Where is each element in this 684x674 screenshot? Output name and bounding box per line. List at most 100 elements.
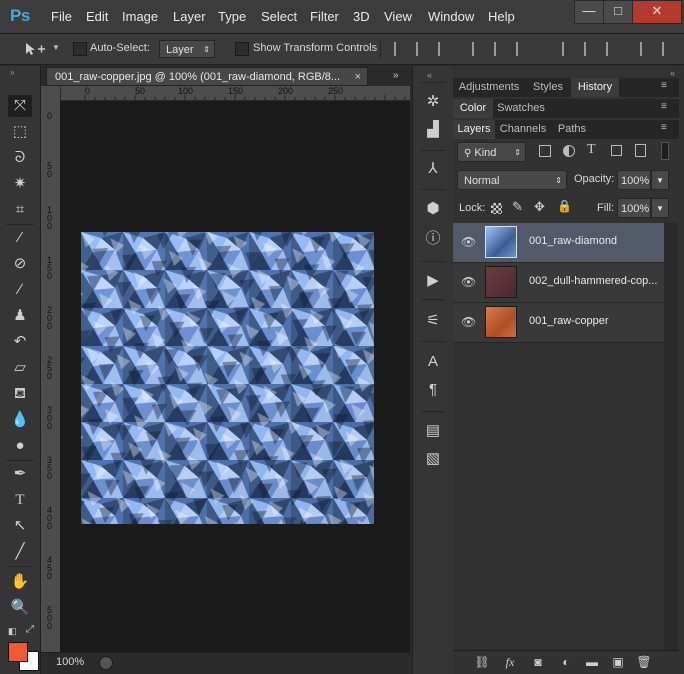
menu-edit[interactable]: Edit xyxy=(86,9,108,24)
tab-channels[interactable]: Channels xyxy=(495,120,551,139)
menu-layer[interactable]: Layer xyxy=(173,9,206,24)
visibility-eye-icon[interactable]: 👁 xyxy=(461,235,476,249)
trash-icon[interactable]: 🗑 xyxy=(635,654,653,670)
align-left-icon[interactable] xyxy=(472,42,486,56)
minimize-button[interactable]: — xyxy=(574,0,604,24)
menu-window[interactable]: Window xyxy=(428,9,474,24)
paragraph-icon[interactable]: ¶ xyxy=(425,382,441,398)
distribute-vcenter-icon[interactable] xyxy=(584,42,598,56)
align-bottom-icon[interactable] xyxy=(438,42,452,56)
fill-input[interactable]: 100% xyxy=(617,198,651,218)
move-tool-icon[interactable] xyxy=(24,41,46,57)
compass-icon[interactable]: ✲ xyxy=(425,94,441,110)
fx-icon[interactable]: fx xyxy=(501,654,519,670)
lock-pixels-icon[interactable]: ✎ xyxy=(512,199,523,215)
histogram-icon[interactable]: ▟ xyxy=(425,122,441,138)
visibility-eye-icon[interactable]: 👁 xyxy=(461,315,476,329)
tab-paths[interactable]: Paths xyxy=(551,120,593,139)
layer-row[interactable]: 👁 002_dull-hammered-cop... xyxy=(453,263,664,303)
filter-adjustment-icon[interactable] xyxy=(563,145,575,157)
maximize-button[interactable]: □ xyxy=(603,0,633,24)
document-icon[interactable]: ▧ xyxy=(425,451,441,467)
filter-toggle[interactable] xyxy=(661,142,669,160)
magic-wand-icon[interactable]: ✷ xyxy=(8,173,32,195)
layer-row[interactable]: 👁 001_raw-copper xyxy=(453,303,664,343)
eraser-icon[interactable]: ▱ xyxy=(8,357,32,379)
healing-brush-icon[interactable]: ⊘ xyxy=(8,253,32,275)
close-button[interactable]: ✕ xyxy=(632,0,682,24)
marquee-icon[interactable]: ⬚ xyxy=(8,121,32,143)
distribute-bottom-icon[interactable] xyxy=(606,42,620,56)
crop-icon[interactable]: ⌗ xyxy=(8,199,32,221)
play-actions-icon[interactable]: ▶ xyxy=(425,273,441,289)
visibility-eye-icon[interactable]: 👁 xyxy=(461,275,476,289)
lock-all-icon[interactable]: 🔒 xyxy=(557,199,572,213)
filter-shape-icon[interactable] xyxy=(611,145,622,156)
close-tab-icon[interactable]: × xyxy=(355,68,361,85)
opacity-slider-toggle[interactable]: ▼ xyxy=(651,170,669,190)
document-tab[interactable]: 001_raw-copper.jpg @ 100% (001_raw-diamo… xyxy=(46,67,368,86)
panel-menu-icon[interactable]: ≡ xyxy=(661,80,667,91)
panel-menu-icon[interactable]: ≡ xyxy=(661,101,667,112)
distribute-top-icon[interactable] xyxy=(562,42,576,56)
adjustment-icon[interactable]: ◐ xyxy=(557,654,575,670)
new-layer-icon[interactable]: ▣ xyxy=(609,654,627,670)
layer-filter-dropdown[interactable]: ⚲ Kind ⇕ xyxy=(457,142,526,162)
menu-select[interactable]: Select xyxy=(261,9,297,24)
eyedropper-icon[interactable]: ⁄ xyxy=(8,227,32,249)
lock-transparent-icon[interactable] xyxy=(491,203,502,214)
tab-history[interactable]: History xyxy=(571,78,619,97)
move-icon[interactable]: ⤧ xyxy=(8,95,32,117)
info-icon[interactable]: ⓘ xyxy=(425,231,441,247)
opacity-input[interactable]: 100% xyxy=(617,170,651,190)
link-icon[interactable]: ⛓ xyxy=(473,654,491,670)
tab-styles[interactable]: Styles xyxy=(525,78,571,97)
folder-icon[interactable]: ▬ xyxy=(583,654,601,670)
fill-slider-toggle[interactable]: ▼ xyxy=(651,198,669,218)
type-icon[interactable]: T xyxy=(8,489,32,511)
show-transform-checkbox[interactable] xyxy=(235,42,249,56)
layers-scrollbar[interactable] xyxy=(664,222,678,650)
line-icon[interactable]: ╱ xyxy=(8,541,32,563)
hand-icon[interactable]: ✋ xyxy=(8,571,32,593)
lock-position-icon[interactable]: ✥ xyxy=(534,199,545,215)
tab-overflow-icon[interactable]: » xyxy=(393,70,399,81)
panel-collapse-icon[interactable]: » xyxy=(10,68,14,77)
paint-bucket-icon[interactable]: ⛾ xyxy=(8,383,32,405)
zoom-icon[interactable]: 🔍 xyxy=(8,597,32,619)
menu-3d[interactable]: 3D xyxy=(353,9,370,24)
align-top-icon[interactable] xyxy=(394,42,408,56)
notes-icon[interactable]: ▤ xyxy=(425,423,441,439)
properties-icon[interactable]: ⚟ xyxy=(425,313,441,329)
brush-icon[interactable]: ∕ xyxy=(8,279,32,301)
tab-adjustments[interactable]: Adjustments xyxy=(453,78,525,97)
menu-help[interactable]: Help xyxy=(488,9,515,24)
auto-select-checkbox[interactable] xyxy=(73,42,87,56)
mask-icon[interactable]: ◙ xyxy=(529,654,547,670)
3d-icon[interactable]: ⬢ xyxy=(425,201,441,217)
blend-mode-dropdown[interactable]: Normal ⇕ xyxy=(457,170,567,190)
clone-stamp-icon[interactable]: ♟ xyxy=(8,305,32,327)
distribute-left-icon[interactable] xyxy=(640,42,654,56)
tab-color[interactable]: Color xyxy=(453,99,493,118)
dock-collapse-icon[interactable]: « xyxy=(427,70,432,80)
swap-colors-icon[interactable]: ⤢ xyxy=(26,624,34,635)
auto-select-dropdown[interactable]: Layer ⇕ xyxy=(159,40,215,58)
brush-presets-icon[interactable]: ⅄ xyxy=(425,161,441,177)
pen-icon[interactable]: ✒ xyxy=(8,463,32,485)
menu-view[interactable]: View xyxy=(384,9,412,24)
history-brush-icon[interactable]: ↶ xyxy=(8,331,32,353)
filter-type-icon[interactable]: T xyxy=(587,142,596,158)
panels-collapse-icon[interactable]: « xyxy=(670,68,675,78)
tab-swatches[interactable]: Swatches xyxy=(493,99,549,118)
layer-row[interactable]: 👁 001_raw-diamond xyxy=(453,223,664,263)
filter-smart-object-icon[interactable] xyxy=(635,144,646,157)
align-hcenter-icon[interactable] xyxy=(494,42,508,56)
diamond-texture-image[interactable] xyxy=(81,232,374,524)
menu-image[interactable]: Image xyxy=(122,9,158,24)
blur-icon[interactable]: 💧 xyxy=(8,409,32,431)
tool-preset-chevron-icon[interactable]: ▼ xyxy=(52,43,60,52)
default-colors-icon[interactable]: ◧ xyxy=(8,626,17,637)
align-vcenter-icon[interactable] xyxy=(416,42,430,56)
lasso-icon[interactable]: ᘐ xyxy=(8,147,32,169)
